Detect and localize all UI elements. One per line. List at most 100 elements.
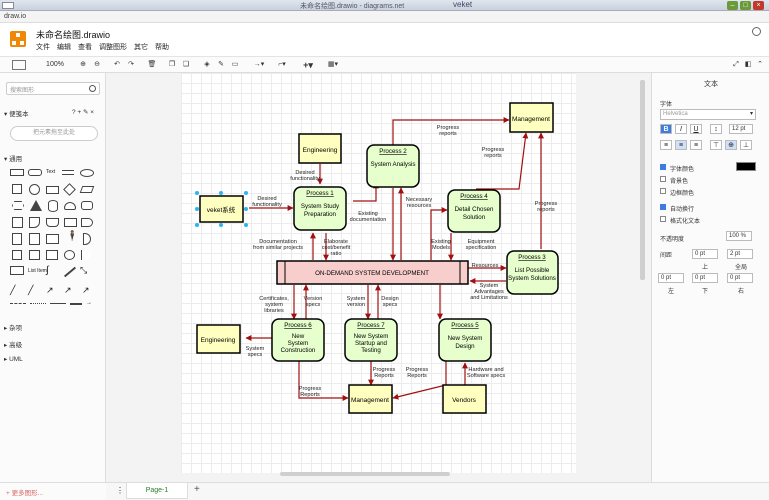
italic-button[interactable]: I [675,124,687,134]
shape-textbox[interactable] [62,170,74,175]
shadow-icon[interactable]: ▭ [230,60,240,70]
process-5[interactable]: Process 5 New System Design [438,318,492,362]
entity-veket[interactable]: veket系统 [195,191,248,227]
line-color-icon[interactable]: ✎ [216,60,226,70]
word-wrap-checkbox[interactable] [660,204,666,210]
page-tab-1[interactable]: Page-1 [126,483,188,499]
shape-arrow-diag[interactable]: ╱ [10,285,15,296]
selection-handle[interactable] [195,207,199,211]
process-3[interactable]: Process 3 List Possible System Solutions [506,250,559,295]
to-front-icon[interactable]: ❐ [167,60,177,70]
align-center-button[interactable]: ≡ [675,140,687,150]
shape-text[interactable]: Text [46,169,55,175]
vertical-scrollbar[interactable] [640,80,645,280]
shape-cylinder[interactable] [48,200,58,212]
shape-or-circle[interactable] [64,250,75,260]
align-bottom-button[interactable]: ⊥ [740,140,752,150]
shape-list[interactable]: List Item [28,268,47,274]
zoom-out-icon[interactable]: ⊖ [92,60,102,70]
insert-icon[interactable]: +▾ [300,60,316,70]
entity-engineering-top[interactable]: Engineering [298,133,342,164]
language-globe-icon[interactable] [752,27,761,36]
pages-menu-button[interactable]: ⋮ [116,486,124,495]
font-color-swatch[interactable] [736,162,756,171]
minimize-button[interactable]: – [727,1,738,10]
spacing-right-input[interactable]: 0 pt [727,273,753,283]
shape-parallelogram[interactable] [79,186,95,193]
menu-view[interactable]: 查看 [78,42,92,52]
diagram-page[interactable]: veket系统 Engineering Management Process 1… [181,73,576,473]
menu-file[interactable]: 文件 [36,42,50,52]
selection-handle[interactable] [244,223,248,227]
waypoint-style-icon[interactable]: ⌐▾ [273,60,291,70]
delete-icon[interactable]: 🗑 [147,60,157,70]
shape-step[interactable] [46,218,59,227]
spacing-bottom-input[interactable]: 0 pt [692,273,718,283]
shape-internal-storage[interactable] [12,217,23,228]
entity-management-bottom[interactable]: Management [348,384,393,414]
menu-edit[interactable]: 编辑 [57,42,71,52]
bold-button[interactable]: B [660,124,672,134]
entity-vendors[interactable]: Vendors [442,384,487,414]
table-icon[interactable]: ▦▾ [325,60,341,70]
general-header[interactable]: ▾ 通用 [4,153,22,163]
shape-hexagon[interactable] [12,201,24,210]
shape-square[interactable] [12,184,22,194]
entity-engineering-left[interactable]: Engineering [196,324,241,354]
search-icon[interactable] [89,85,96,92]
shape-connector[interactable]: ↗ [46,285,54,296]
selection-handle[interactable] [244,207,248,211]
spacing-top-input[interactable]: 0 pt [692,249,718,259]
shape-dashed-line[interactable] [10,303,26,304]
shape-rounded-rectangle[interactable] [28,169,42,176]
shape-thick-line[interactable] [70,303,82,305]
misc-section[interactable]: ▸ 杂项 [4,322,22,332]
shape-diamond[interactable] [63,183,76,196]
underline-button[interactable]: U [690,124,702,134]
shape-cube[interactable] [29,217,40,228]
shape-note[interactable] [29,233,40,245]
shape-triangle[interactable] [30,200,42,211]
align-top-button[interactable]: ⊤ [710,140,722,150]
to-back-icon[interactable]: ❏ [181,60,191,70]
spacing-left-input[interactable]: 0 pt [658,273,684,283]
format-tab-text[interactable]: 文本 [704,79,718,89]
selection-handle[interactable] [244,191,248,195]
redo-icon[interactable]: ↷ [126,60,136,70]
shape-arrow-up[interactable]: ↗ [82,285,90,296]
entity-management-top[interactable]: Management [509,102,554,133]
formatted-text-checkbox[interactable] [660,216,666,222]
shape-solid-line[interactable] [50,303,66,304]
process-2[interactable]: Process 2 System Analysis [366,144,420,188]
shape-callout[interactable] [29,250,40,260]
vertical-text-button[interactable]: ↕ [710,124,722,134]
shape-delay[interactable] [81,218,93,227]
shape-arrow-line[interactable]: → [86,300,92,306]
uml-section[interactable]: ▸ UML [4,355,23,363]
font-color-checkbox[interactable] [660,164,666,170]
scratchpad-header[interactable]: ▾ 便笺本 [4,108,29,118]
align-right-button[interactable]: ≡ [690,140,702,150]
shape-process[interactable] [46,186,59,194]
shape-cloud[interactable] [64,202,76,210]
font-dropdown-icon[interactable]: ▾ [750,110,753,117]
selection-handle[interactable] [195,223,199,227]
bg-color-checkbox[interactable] [660,176,666,182]
process-6[interactable]: Process 6 New System Construction [271,318,325,362]
scratchpad-drop-zone[interactable]: 把元素拖至此处 [10,126,98,141]
shape-ellipse[interactable] [80,169,94,177]
process-4[interactable]: Process 4 Detail Chosen Solution [447,189,501,233]
shape-and[interactable] [12,250,22,260]
shape-container[interactable] [10,266,24,275]
menu-arrange[interactable]: 调整图形 [99,42,127,52]
process-7[interactable]: Process 7 New System Startup and Testing [344,318,398,362]
shape-tape[interactable] [81,201,93,210]
align-left-button[interactable]: ≡ [660,140,672,150]
shape-line-diag[interactable]: ╱ [28,285,33,296]
shape-card[interactable] [46,234,59,244]
shape-dotted-line[interactable] [30,303,46,304]
shape-or[interactable] [83,233,91,245]
font-family-select[interactable]: Helvetica [660,109,756,120]
fill-color-icon[interactable]: ◈ [202,60,212,70]
search-input[interactable]: 搜索图形 [6,82,100,95]
